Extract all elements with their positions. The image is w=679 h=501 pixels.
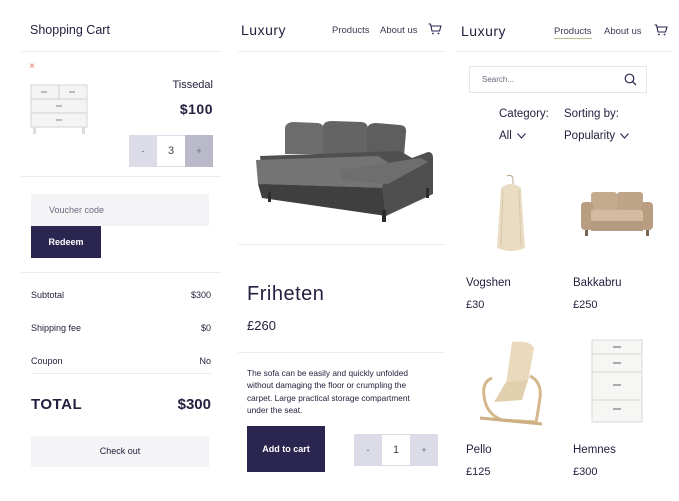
product-price: £125 xyxy=(466,466,491,478)
loveseat-image xyxy=(581,192,653,236)
search-icon[interactable] xyxy=(624,73,637,86)
sorting-label: Sorting by: xyxy=(564,108,619,120)
nav-about-us[interactable]: About us xyxy=(604,26,642,37)
product-quantity-stepper: - 1 + xyxy=(354,434,438,466)
voucher-code-input[interactable]: Voucher code xyxy=(31,194,209,226)
divider xyxy=(238,244,444,245)
product-price: £300 xyxy=(573,466,598,478)
divider xyxy=(238,352,444,353)
cart-icon[interactable] xyxy=(428,23,442,35)
product-header: Luxury Products About us xyxy=(238,0,444,52)
increase-quantity-button[interactable]: + xyxy=(185,135,213,167)
cart-icon[interactable] xyxy=(654,24,668,36)
product-card-pello[interactable]: Pello £125 xyxy=(466,336,556,486)
subtotal-value: $300 xyxy=(190,290,211,300)
product-name: Hemnes xyxy=(573,444,616,456)
increase-quantity-button[interactable]: + xyxy=(410,434,438,466)
logo[interactable]: Luxury xyxy=(241,22,286,38)
nav-about-us[interactable]: About us xyxy=(380,25,418,36)
sorting-value: Popularity xyxy=(564,130,616,142)
product-description: The sofa can be easily and quickly unfol… xyxy=(247,368,410,416)
decrease-quantity-button[interactable]: - xyxy=(354,434,382,466)
product-price: £250 xyxy=(573,299,598,311)
category-label: Category: xyxy=(499,108,549,120)
divider xyxy=(31,373,211,374)
total-label: TOTAL xyxy=(31,396,83,413)
coupon-value: No xyxy=(199,356,211,366)
product-detail-panel: Luxury Products About us Friheten £260 T… xyxy=(238,0,444,501)
product-price: £260 xyxy=(247,318,276,333)
armchair-image xyxy=(479,341,543,426)
divider xyxy=(21,272,221,273)
sofa-image xyxy=(256,121,433,222)
product-card-hemnes[interactable]: Hemnes £300 xyxy=(573,336,668,486)
decrease-quantity-button[interactable]: - xyxy=(129,135,157,167)
towel-image xyxy=(497,174,525,251)
logo[interactable]: Luxury xyxy=(461,23,506,39)
search-placeholder: Search... xyxy=(482,75,515,84)
category-value: All xyxy=(499,130,512,142)
product-name: Vogshen xyxy=(466,277,511,289)
product-name: Bakkabru xyxy=(573,277,622,289)
total-value: $300 xyxy=(177,396,211,413)
checkout-button[interactable]: Check out xyxy=(31,436,209,467)
quantity-value[interactable]: 3 xyxy=(157,135,185,167)
product-card-vogshen[interactable]: Vogshen £30 xyxy=(466,170,556,320)
nav-products[interactable]: Products xyxy=(554,26,592,39)
category-dropdown[interactable]: All xyxy=(499,130,526,142)
shipping-fee-value: $0 xyxy=(200,323,211,333)
chevron-down-icon xyxy=(620,133,630,139)
cart-title: Shopping Cart xyxy=(30,23,110,37)
cart-item-price: $100 xyxy=(179,101,213,117)
product-listing-panel: Luxury Products About us Search... Categ… xyxy=(455,0,671,501)
subtotal-label: Subtotal xyxy=(31,290,65,300)
cart-quantity-stepper: - 3 + xyxy=(129,135,213,167)
cart-item-name: Tissedal xyxy=(172,79,213,91)
search-input[interactable]: Search... xyxy=(469,66,647,93)
coupon-label: Coupon xyxy=(31,356,63,366)
shipping-fee-label: Shipping fee xyxy=(31,323,82,333)
quantity-value[interactable]: 1 xyxy=(382,434,410,466)
shoe-cabinet-image xyxy=(591,339,643,423)
remove-item-icon[interactable]: × xyxy=(27,62,37,72)
cart-header: Shopping Cart xyxy=(21,0,221,52)
shopping-cart-panel: Shopping Cart × Tissedal $100 - 3 + Vouc… xyxy=(21,0,221,501)
dresser-image xyxy=(30,84,88,134)
nav-products[interactable]: Products xyxy=(332,25,370,36)
product-price: £30 xyxy=(466,299,485,311)
add-to-cart-button[interactable]: Add to cart xyxy=(247,426,325,472)
product-card-bakkabru[interactable]: Bakkabru £250 xyxy=(573,170,668,320)
chevron-down-icon xyxy=(516,133,526,139)
divider xyxy=(21,176,221,177)
product-name: Friheten xyxy=(247,283,325,305)
listing-header: Luxury Products About us xyxy=(455,0,671,52)
sorting-dropdown[interactable]: Popularity xyxy=(564,130,630,142)
redeem-button[interactable]: Redeem xyxy=(31,226,101,258)
product-name: Pello xyxy=(466,444,492,456)
